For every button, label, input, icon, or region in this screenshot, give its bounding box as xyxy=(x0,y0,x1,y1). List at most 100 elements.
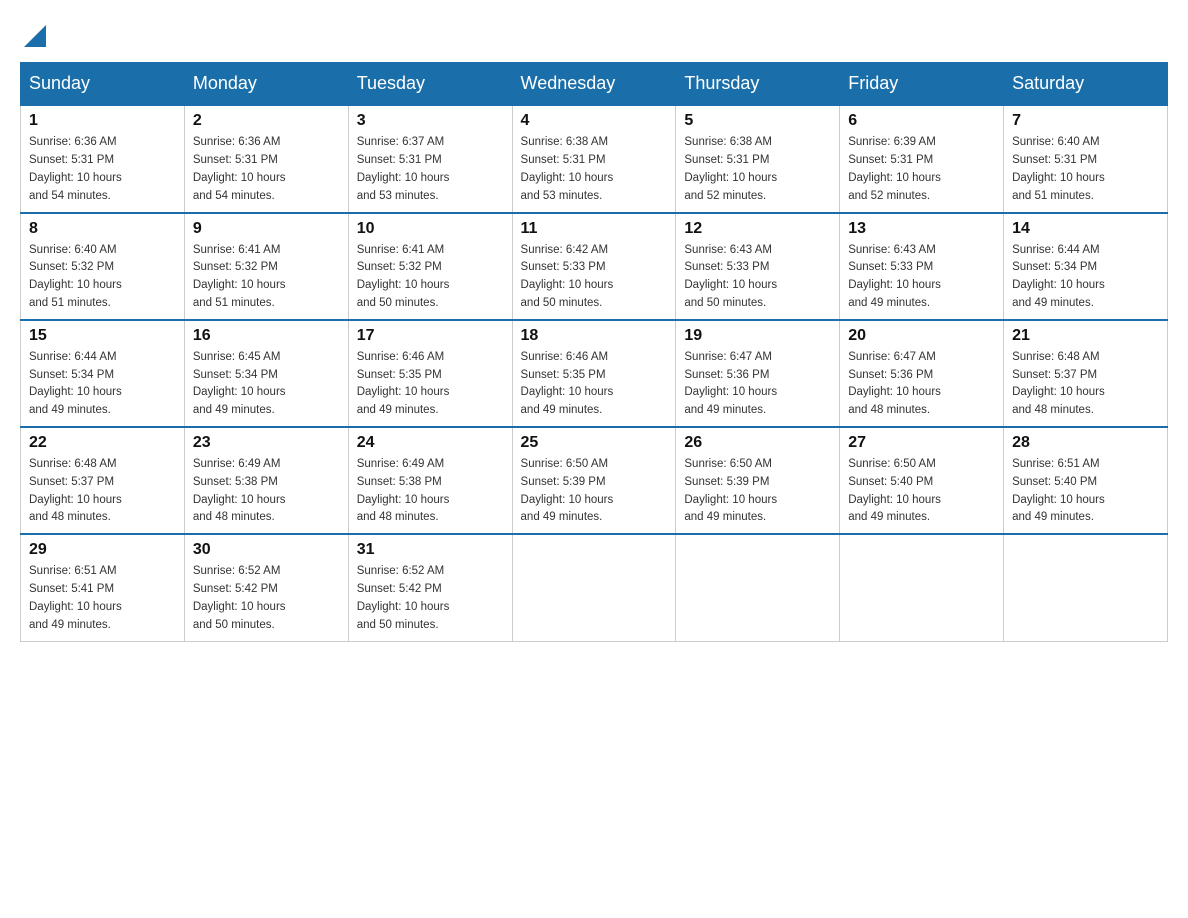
day-header-monday: Monday xyxy=(184,63,348,106)
calendar-cell: 27 Sunrise: 6:50 AM Sunset: 5:40 PM Dayl… xyxy=(840,427,1004,534)
day-number: 5 xyxy=(684,112,831,130)
day-info: Sunrise: 6:51 AM Sunset: 5:41 PM Dayligh… xyxy=(29,563,176,634)
calendar-cell: 28 Sunrise: 6:51 AM Sunset: 5:40 PM Dayl… xyxy=(1004,427,1168,534)
day-info: Sunrise: 6:48 AM Sunset: 5:37 PM Dayligh… xyxy=(29,456,176,527)
day-number: 28 xyxy=(1012,434,1159,452)
day-number: 26 xyxy=(684,434,831,452)
day-number: 15 xyxy=(29,327,176,345)
calendar-cell: 5 Sunrise: 6:38 AM Sunset: 5:31 PM Dayli… xyxy=(676,105,840,212)
day-number: 8 xyxy=(29,220,176,238)
day-number: 6 xyxy=(848,112,995,130)
calendar-cell: 10 Sunrise: 6:41 AM Sunset: 5:32 PM Dayl… xyxy=(348,213,512,320)
day-header-tuesday: Tuesday xyxy=(348,63,512,106)
day-info: Sunrise: 6:38 AM Sunset: 5:31 PM Dayligh… xyxy=(684,134,831,205)
day-number: 19 xyxy=(684,327,831,345)
calendar-cell: 7 Sunrise: 6:40 AM Sunset: 5:31 PM Dayli… xyxy=(1004,105,1168,212)
calendar-cell: 22 Sunrise: 6:48 AM Sunset: 5:37 PM Dayl… xyxy=(21,427,185,534)
calendar-cell: 19 Sunrise: 6:47 AM Sunset: 5:36 PM Dayl… xyxy=(676,320,840,427)
day-info: Sunrise: 6:40 AM Sunset: 5:32 PM Dayligh… xyxy=(29,242,176,313)
calendar-cell: 31 Sunrise: 6:52 AM Sunset: 5:42 PM Dayl… xyxy=(348,534,512,641)
day-info: Sunrise: 6:40 AM Sunset: 5:31 PM Dayligh… xyxy=(1012,134,1159,205)
day-header-saturday: Saturday xyxy=(1004,63,1168,106)
calendar-cell: 25 Sunrise: 6:50 AM Sunset: 5:39 PM Dayl… xyxy=(512,427,676,534)
calendar-cell: 24 Sunrise: 6:49 AM Sunset: 5:38 PM Dayl… xyxy=(348,427,512,534)
day-number: 31 xyxy=(357,541,504,559)
day-info: Sunrise: 6:37 AM Sunset: 5:31 PM Dayligh… xyxy=(357,134,504,205)
day-info: Sunrise: 6:45 AM Sunset: 5:34 PM Dayligh… xyxy=(193,349,340,420)
week-row-5: 29 Sunrise: 6:51 AM Sunset: 5:41 PM Dayl… xyxy=(21,534,1168,641)
week-row-4: 22 Sunrise: 6:48 AM Sunset: 5:37 PM Dayl… xyxy=(21,427,1168,534)
day-number: 16 xyxy=(193,327,340,345)
day-number: 11 xyxy=(521,220,668,238)
calendar-cell: 4 Sunrise: 6:38 AM Sunset: 5:31 PM Dayli… xyxy=(512,105,676,212)
day-number: 1 xyxy=(29,112,176,130)
calendar-header-row: SundayMondayTuesdayWednesdayThursdayFrid… xyxy=(21,63,1168,106)
day-number: 17 xyxy=(357,327,504,345)
day-info: Sunrise: 6:51 AM Sunset: 5:40 PM Dayligh… xyxy=(1012,456,1159,527)
day-number: 22 xyxy=(29,434,176,452)
day-info: Sunrise: 6:49 AM Sunset: 5:38 PM Dayligh… xyxy=(357,456,504,527)
day-number: 7 xyxy=(1012,112,1159,130)
calendar-cell: 13 Sunrise: 6:43 AM Sunset: 5:33 PM Dayl… xyxy=(840,213,1004,320)
day-header-sunday: Sunday xyxy=(21,63,185,106)
calendar-cell: 3 Sunrise: 6:37 AM Sunset: 5:31 PM Dayli… xyxy=(348,105,512,212)
day-info: Sunrise: 6:52 AM Sunset: 5:42 PM Dayligh… xyxy=(193,563,340,634)
day-number: 18 xyxy=(521,327,668,345)
day-info: Sunrise: 6:50 AM Sunset: 5:40 PM Dayligh… xyxy=(848,456,995,527)
day-number: 10 xyxy=(357,220,504,238)
day-info: Sunrise: 6:42 AM Sunset: 5:33 PM Dayligh… xyxy=(521,242,668,313)
calendar-cell: 1 Sunrise: 6:36 AM Sunset: 5:31 PM Dayli… xyxy=(21,105,185,212)
calendar-cell: 9 Sunrise: 6:41 AM Sunset: 5:32 PM Dayli… xyxy=(184,213,348,320)
day-info: Sunrise: 6:52 AM Sunset: 5:42 PM Dayligh… xyxy=(357,563,504,634)
day-number: 13 xyxy=(848,220,995,238)
calendar-cell xyxy=(676,534,840,641)
day-info: Sunrise: 6:41 AM Sunset: 5:32 PM Dayligh… xyxy=(193,242,340,313)
day-number: 30 xyxy=(193,541,340,559)
day-info: Sunrise: 6:46 AM Sunset: 5:35 PM Dayligh… xyxy=(357,349,504,420)
day-number: 20 xyxy=(848,327,995,345)
calendar-cell: 18 Sunrise: 6:46 AM Sunset: 5:35 PM Dayl… xyxy=(512,320,676,427)
logo-triangle-icon xyxy=(24,25,46,47)
day-info: Sunrise: 6:44 AM Sunset: 5:34 PM Dayligh… xyxy=(29,349,176,420)
calendar-cell: 23 Sunrise: 6:49 AM Sunset: 5:38 PM Dayl… xyxy=(184,427,348,534)
day-info: Sunrise: 6:49 AM Sunset: 5:38 PM Dayligh… xyxy=(193,456,340,527)
day-info: Sunrise: 6:50 AM Sunset: 5:39 PM Dayligh… xyxy=(684,456,831,527)
logo-text xyxy=(20,20,46,52)
day-info: Sunrise: 6:46 AM Sunset: 5:35 PM Dayligh… xyxy=(521,349,668,420)
calendar-cell: 20 Sunrise: 6:47 AM Sunset: 5:36 PM Dayl… xyxy=(840,320,1004,427)
calendar-cell: 2 Sunrise: 6:36 AM Sunset: 5:31 PM Dayli… xyxy=(184,105,348,212)
day-number: 2 xyxy=(193,112,340,130)
day-number: 25 xyxy=(521,434,668,452)
calendar-cell: 15 Sunrise: 6:44 AM Sunset: 5:34 PM Dayl… xyxy=(21,320,185,427)
calendar-cell: 21 Sunrise: 6:48 AM Sunset: 5:37 PM Dayl… xyxy=(1004,320,1168,427)
day-number: 23 xyxy=(193,434,340,452)
day-number: 14 xyxy=(1012,220,1159,238)
day-info: Sunrise: 6:38 AM Sunset: 5:31 PM Dayligh… xyxy=(521,134,668,205)
day-header-wednesday: Wednesday xyxy=(512,63,676,106)
day-info: Sunrise: 6:50 AM Sunset: 5:39 PM Dayligh… xyxy=(521,456,668,527)
day-header-friday: Friday xyxy=(840,63,1004,106)
calendar-cell: 11 Sunrise: 6:42 AM Sunset: 5:33 PM Dayl… xyxy=(512,213,676,320)
day-info: Sunrise: 6:36 AM Sunset: 5:31 PM Dayligh… xyxy=(193,134,340,205)
day-number: 12 xyxy=(684,220,831,238)
day-number: 29 xyxy=(29,541,176,559)
day-number: 24 xyxy=(357,434,504,452)
week-row-2: 8 Sunrise: 6:40 AM Sunset: 5:32 PM Dayli… xyxy=(21,213,1168,320)
day-info: Sunrise: 6:47 AM Sunset: 5:36 PM Dayligh… xyxy=(684,349,831,420)
day-info: Sunrise: 6:43 AM Sunset: 5:33 PM Dayligh… xyxy=(684,242,831,313)
logo xyxy=(20,20,46,52)
week-row-1: 1 Sunrise: 6:36 AM Sunset: 5:31 PM Dayli… xyxy=(21,105,1168,212)
day-number: 3 xyxy=(357,112,504,130)
day-number: 9 xyxy=(193,220,340,238)
calendar-cell xyxy=(1004,534,1168,641)
day-header-thursday: Thursday xyxy=(676,63,840,106)
day-number: 4 xyxy=(521,112,668,130)
calendar-cell: 16 Sunrise: 6:45 AM Sunset: 5:34 PM Dayl… xyxy=(184,320,348,427)
calendar-cell xyxy=(840,534,1004,641)
day-info: Sunrise: 6:39 AM Sunset: 5:31 PM Dayligh… xyxy=(848,134,995,205)
calendar-cell: 12 Sunrise: 6:43 AM Sunset: 5:33 PM Dayl… xyxy=(676,213,840,320)
day-info: Sunrise: 6:36 AM Sunset: 5:31 PM Dayligh… xyxy=(29,134,176,205)
calendar-cell: 30 Sunrise: 6:52 AM Sunset: 5:42 PM Dayl… xyxy=(184,534,348,641)
calendar-table: SundayMondayTuesdayWednesdayThursdayFrid… xyxy=(20,62,1168,641)
day-number: 21 xyxy=(1012,327,1159,345)
